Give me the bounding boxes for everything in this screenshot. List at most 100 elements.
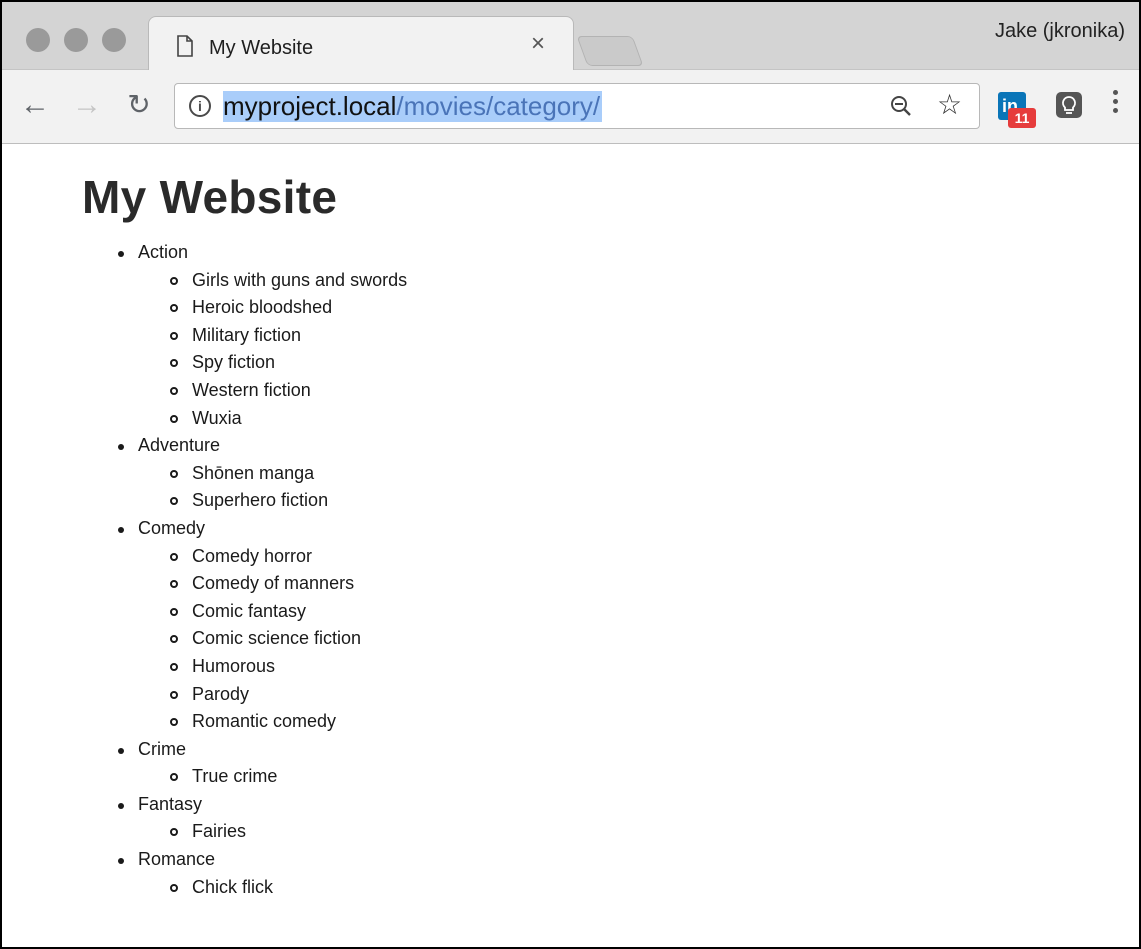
bookmark-star-icon[interactable]: ☆ bbox=[937, 90, 962, 120]
url-path: /movies/category/ bbox=[396, 91, 601, 121]
subcategory-item: Humorous bbox=[170, 653, 407, 681]
category-label: Fantasy bbox=[138, 793, 203, 814]
circle-bullet-icon bbox=[170, 690, 178, 699]
bullet-icon bbox=[118, 802, 124, 809]
subcategory-item: Comic science fiction bbox=[170, 625, 407, 653]
subcategory-item: Comic fantasy bbox=[170, 598, 407, 626]
subcategory-item: Heroic bloodshed bbox=[170, 294, 407, 322]
profile-name[interactable]: Jake (jkronika) bbox=[995, 20, 1125, 43]
tab-strip: My Website × Jake (jkronika) bbox=[2, 2, 1139, 71]
circle-bullet-icon bbox=[170, 718, 178, 727]
bullet-icon bbox=[118, 858, 124, 865]
category-item: Adventure Shōnen manga Superhero fiction bbox=[118, 432, 407, 515]
forward-arrow-icon[interactable]: → bbox=[72, 90, 102, 120]
circle-bullet-icon bbox=[170, 883, 178, 892]
reload-icon[interactable]: ↻ bbox=[124, 90, 154, 120]
subcategory-label: Wuxia bbox=[192, 407, 242, 428]
subcategory-item: Romantic comedy bbox=[170, 708, 407, 736]
bullet-icon bbox=[118, 251, 124, 257]
minimize-window-button[interactable] bbox=[64, 28, 88, 52]
subcategory-label: Western fiction bbox=[192, 379, 311, 400]
back-arrow-icon[interactable]: ← bbox=[20, 90, 50, 120]
subcategory-label: Military fiction bbox=[192, 324, 302, 345]
tab-content[interactable]: My Website × bbox=[167, 16, 557, 71]
close-icon[interactable]: × bbox=[531, 32, 545, 56]
category-item: Crime True crime bbox=[118, 736, 407, 791]
circle-bullet-icon bbox=[170, 662, 178, 671]
subcategory-item: Military fiction bbox=[170, 322, 407, 350]
category-list: Action Girls with guns and swords Heroic b… bbox=[2, 239, 407, 901]
subcategory-label: Shōnen manga bbox=[192, 462, 315, 483]
subcategory-label: Heroic bloodshed bbox=[192, 297, 333, 318]
url-text[interactable]: myproject.local/movies/category/ bbox=[223, 91, 603, 122]
subcategory-label: Parody bbox=[192, 683, 250, 704]
circle-bullet-icon bbox=[170, 414, 178, 423]
subcategory-item: Superhero fiction bbox=[170, 487, 407, 515]
bullet-icon bbox=[118, 444, 124, 451]
info-icon[interactable]: i bbox=[189, 95, 211, 117]
subcategory-item: Parody bbox=[170, 681, 407, 709]
maximize-window-button[interactable] bbox=[102, 28, 126, 52]
circle-bullet-icon bbox=[170, 331, 178, 340]
bullet-icon bbox=[118, 747, 124, 754]
subcategory-item: Shōnen manga bbox=[170, 460, 407, 488]
subcategory-item: Western fiction bbox=[170, 377, 407, 405]
circle-bullet-icon bbox=[170, 580, 178, 589]
new-tab-button[interactable] bbox=[576, 36, 644, 66]
url-host: myproject.local bbox=[223, 91, 397, 121]
tab-title: My Website bbox=[209, 37, 314, 59]
close-window-button[interactable] bbox=[26, 28, 50, 52]
subcategory-item: Girls with guns and swords bbox=[170, 267, 408, 295]
circle-bullet-icon bbox=[170, 635, 178, 644]
subcategory-label: Spy fiction bbox=[192, 352, 276, 373]
subcategory-item: Spy fiction bbox=[170, 349, 407, 377]
category-item: Romance Chick flick bbox=[118, 846, 407, 902]
bullet-icon bbox=[118, 526, 124, 533]
subcategory-list: Shōnen manga Superhero fiction bbox=[138, 460, 407, 515]
subcategory-list: True crime bbox=[138, 763, 407, 791]
circle-bullet-icon bbox=[170, 469, 178, 478]
subcategory-label: Humorous bbox=[192, 655, 276, 676]
circle-bullet-icon bbox=[170, 359, 178, 368]
browser-window: My Website × Jake (jkronika) ← → ↻ i myp… bbox=[0, 0, 1141, 949]
page-icon bbox=[177, 35, 193, 57]
subcategory-label: Comic fantasy bbox=[192, 600, 307, 621]
subcategory-label: Romantic comedy bbox=[192, 711, 337, 732]
circle-bullet-icon bbox=[170, 497, 178, 506]
category-label: Adventure bbox=[138, 435, 221, 456]
category-label: Romance bbox=[138, 849, 216, 870]
circle-bullet-icon bbox=[170, 304, 178, 313]
circle-bullet-icon bbox=[170, 276, 178, 285]
category-label: Crime bbox=[138, 738, 186, 759]
toolbar: ← → ↻ i myproject.local/movies/category/… bbox=[2, 70, 1139, 144]
circle-bullet-icon bbox=[170, 773, 178, 782]
subcategory-label: Girls with guns and swords bbox=[192, 269, 408, 290]
subcategory-label: Superhero fiction bbox=[192, 490, 329, 511]
subcategory-label: Fairies bbox=[192, 821, 247, 842]
address-bar[interactable]: i myproject.local/movies/category/ ☆ bbox=[174, 83, 980, 129]
subcategory-item: Chick flick bbox=[170, 874, 407, 902]
subcategory-item: Wuxia bbox=[170, 405, 407, 433]
subcategory-label: True crime bbox=[192, 766, 278, 787]
subcategory-item: Comedy of manners bbox=[170, 570, 407, 598]
subcategory-label: Comic science fiction bbox=[192, 628, 362, 649]
subcategory-list: Comedy horror Comedy of manners Comic fant… bbox=[138, 543, 407, 736]
category-item: Fantasy Fairies bbox=[118, 791, 407, 846]
zoom-out-icon[interactable] bbox=[889, 94, 913, 118]
subcategory-item: Comedy horror bbox=[170, 543, 407, 571]
circle-bullet-icon bbox=[170, 607, 178, 616]
subcategory-label: Comedy of manners bbox=[192, 573, 355, 594]
category-label: Action bbox=[138, 242, 189, 262]
menu-dots-icon[interactable] bbox=[1108, 86, 1122, 126]
page-content: My Website Action Girls with guns and swo… bbox=[2, 144, 1139, 947]
subcategory-list: Girls with guns and swords Heroic bloodsh… bbox=[138, 267, 407, 433]
subcategory-label: Comedy horror bbox=[192, 545, 313, 566]
lightbulb-extension-icon[interactable] bbox=[1056, 92, 1082, 118]
circle-bullet-icon bbox=[170, 552, 178, 561]
page-title: My Website bbox=[82, 171, 338, 223]
circle-bullet-icon bbox=[170, 828, 178, 837]
subcategory-label: Chick flick bbox=[192, 876, 274, 897]
subcategory-list: Chick flick bbox=[138, 874, 407, 902]
extension-badge: 11 bbox=[1008, 108, 1036, 128]
subcategory-item: True crime bbox=[170, 763, 407, 791]
